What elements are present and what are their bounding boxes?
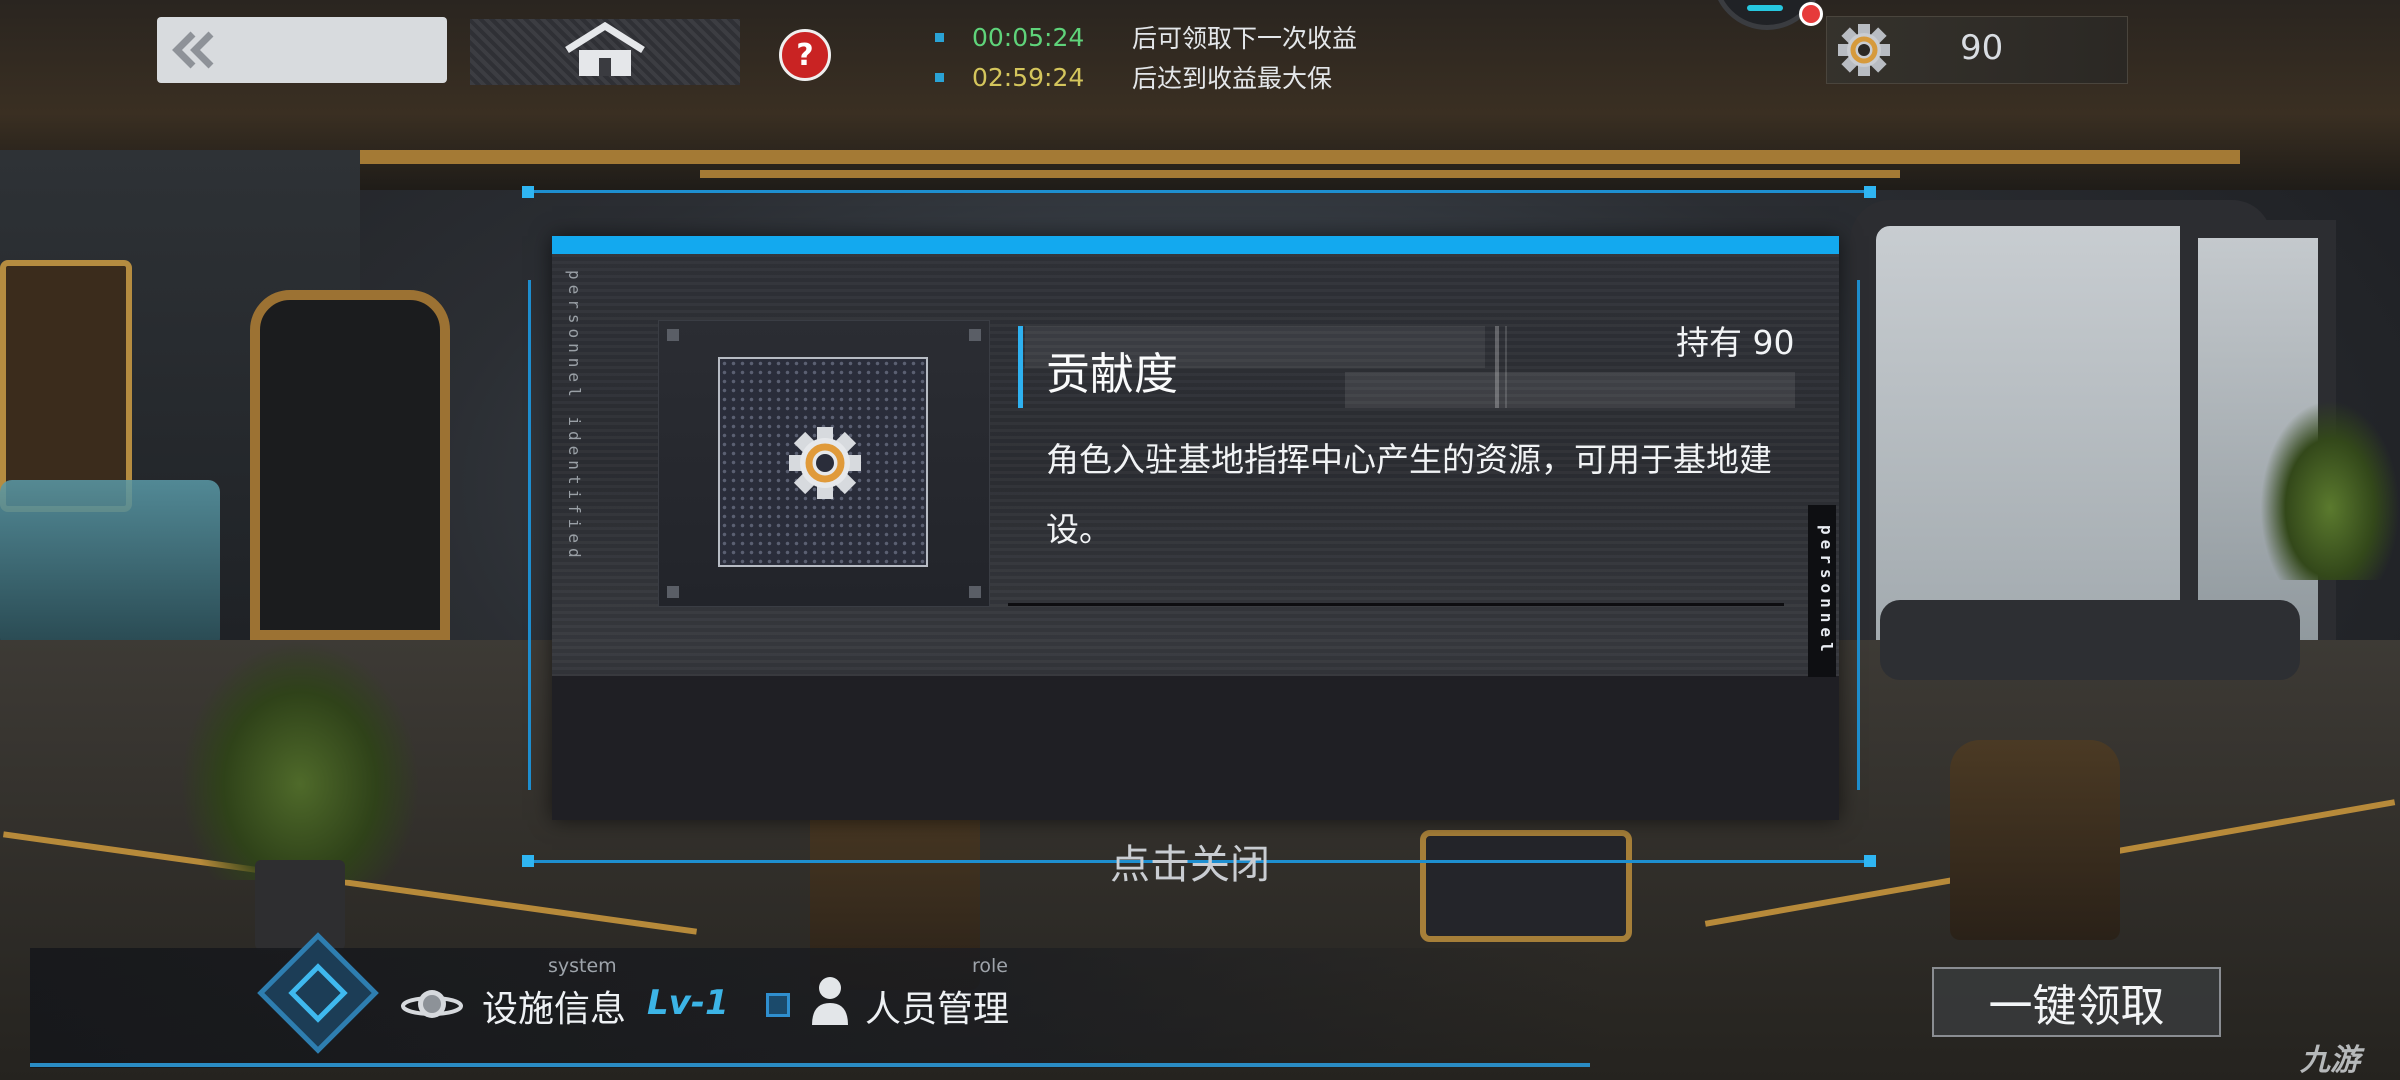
max-income-timer: 02:59:24 后达到收益最大保 [935, 57, 1332, 97]
plant [2260, 400, 2400, 580]
frame-corner [1864, 186, 1876, 198]
held-count: 持有 90 [1676, 323, 1795, 362]
bookshelf [0, 260, 132, 512]
sofa [1880, 600, 2300, 680]
home-icon [561, 21, 649, 82]
timer-text: 后达到收益最大保 [1132, 64, 1333, 93]
item-title: 贡献度 [1046, 349, 1178, 400]
gear-icon [1836, 22, 1892, 78]
dialog-lower-panel [552, 676, 1839, 820]
frame-corner [522, 186, 534, 198]
doorway [250, 290, 450, 640]
ceiling-beam [140, 150, 2240, 164]
dialog-top-bar [552, 236, 1839, 254]
panel-corner [969, 329, 981, 341]
frame-line-top [525, 190, 1875, 193]
item-icon-tile [718, 357, 928, 567]
timer-time: 02:59:24 [972, 62, 1085, 92]
title-glitch [1505, 326, 1507, 408]
item-description: 角色入驻基地指挥中心产生的资源，可用于基地建设。 [1046, 440, 1772, 549]
notification-dot [1799, 2, 1823, 26]
side-decoration-tab: personnel [1808, 505, 1836, 677]
divider [1008, 603, 1784, 606]
panel-corner [969, 586, 981, 598]
console [1420, 830, 1632, 942]
side-decoration-text: personnel identified [565, 270, 584, 563]
role-label: role [972, 955, 1008, 977]
personnel-management-button[interactable]: 人员管理 [865, 980, 1009, 1032]
person-icon [810, 975, 850, 1031]
timer-dot [935, 72, 944, 82]
watermark-logo: 九游 [2300, 1043, 2360, 1078]
system-label: system [548, 955, 617, 977]
back-button[interactable] [157, 17, 447, 83]
chair [1950, 740, 2120, 940]
resource-count: 90 [1960, 28, 2004, 68]
planet-icon [400, 980, 464, 1032]
timer-text: 后可领取下一次收益 [1132, 24, 1358, 53]
title-glitch [1495, 326, 1499, 408]
glass-case [0, 480, 220, 650]
title-accent-bar [1018, 326, 1023, 408]
question-mark-icon: ? [796, 37, 814, 73]
bottom-accent-line [30, 1063, 1590, 1067]
facility-level: Lv-1 [647, 983, 729, 1023]
help-button[interactable]: ? [779, 29, 831, 81]
square-marker-icon [766, 993, 790, 1017]
panel-corner [667, 586, 679, 598]
ceiling-beam [700, 170, 1900, 178]
title-glitch [1345, 372, 1795, 408]
double-chevron-left-icon [171, 30, 217, 70]
tap-to-close[interactable]: 点击关闭 [1110, 832, 1270, 890]
panel-corner [667, 329, 679, 341]
timer-dot [935, 32, 944, 42]
frame-corner [1864, 855, 1876, 867]
facility-info-button[interactable]: 设施信息 [482, 980, 626, 1032]
frame-line-left [528, 280, 531, 790]
frame-corner [522, 855, 534, 867]
timer-time: 00:05:24 [972, 22, 1085, 52]
home-button[interactable] [470, 19, 740, 85]
next-income-timer: 00:05:24 后可领取下一次收益 [935, 17, 1357, 57]
plant-pot [255, 860, 345, 950]
plant [180, 640, 420, 880]
frame-line-right [1857, 280, 1860, 790]
collect-all-button[interactable]: 一键领取 [1932, 967, 2221, 1037]
